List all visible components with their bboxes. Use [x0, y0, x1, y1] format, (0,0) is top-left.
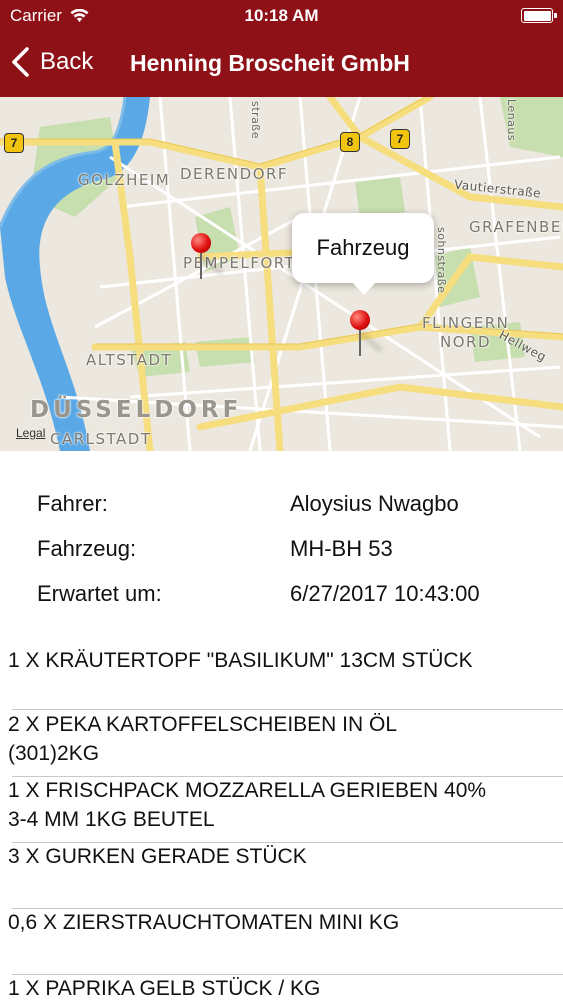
- item-line: 1 X FRISCHPACK MOZZARELLA GERIEBEN 40%: [8, 779, 487, 802]
- route-shield: 8: [340, 132, 360, 152]
- detail-label: Erwartet um:: [37, 581, 162, 606]
- list-item[interactable]: 1 X KRÄUTERTOPF "BASILIKUM" 13CM STÜCK: [0, 628, 563, 710]
- detail-row-vehicle: Fahrzeug: MH-BH 53: [0, 536, 563, 576]
- map-view[interactable]: 7 8 7 GOLZHEIM DERENDORF PEMPELFORT GRAF…: [0, 97, 563, 451]
- navigation-bar: Back Henning Broscheit GmbH: [0, 36, 563, 92]
- route-shield: 7: [390, 129, 410, 149]
- item-line: 3-4 MM 1KG BEUTEL: [8, 808, 215, 831]
- list-item[interactable]: 3 X GURKEN GERADE STÜCK: [0, 842, 563, 909]
- map-label-grafenberg: GRAFENBER: [469, 218, 563, 236]
- detail-label: Fahrzeug:: [37, 536, 137, 561]
- map-label-flingern: FLINGERN: [422, 314, 510, 332]
- route-shield: 7: [4, 133, 24, 153]
- list-item[interactable]: 2 X PEKA KARTOFFELSCHEIBEN IN ÖL (301)2K…: [0, 710, 563, 777]
- detail-value: Aloysius Nwagbo: [290, 491, 459, 516]
- item-line: 3 X GURKEN GERADE STÜCK: [8, 845, 307, 868]
- top-bar: Carrier 10:18 AM Back Henning Broscheit …: [0, 0, 563, 97]
- status-time: 10:18 AM: [244, 6, 319, 25]
- detail-row-eta: Erwartet um: 6/27/2017 10:43:00: [0, 581, 563, 621]
- map-label-duesseldorf: DÜSSELDORF: [30, 397, 243, 423]
- map-label-sohnstrasse: sohnstraße: [435, 227, 448, 294]
- detail-value: 6/27/2017 10:43:00: [290, 581, 480, 606]
- detail-label: Fahrer:: [37, 491, 108, 516]
- map-label-flingern-nord: NORD: [440, 333, 491, 351]
- vehicle-callout[interactable]: Fahrzeug: [292, 213, 434, 295]
- list-item[interactable]: 1 X PAPRIKA GELB STÜCK / KG: [0, 974, 563, 1000]
- map-label-carlstadt: CARLSTADT: [50, 430, 152, 448]
- list-item[interactable]: 0,6 X ZIERSTRAUCHTOMATEN MINI KG: [0, 908, 563, 975]
- item-line: (301)2KG: [8, 742, 100, 765]
- battery-icon: [521, 8, 557, 23]
- item-line: 0,6 X ZIERSTRAUCHTOMATEN MINI KG: [8, 911, 400, 934]
- map-pin-icon[interactable]: [350, 310, 384, 360]
- item-line: 2 X PEKA KARTOFFELSCHEIBEN IN ÖL: [8, 713, 398, 736]
- map-label-golzheim: GOLZHEIM: [78, 171, 171, 189]
- map-label-lenaus: Lenaus: [505, 99, 518, 142]
- list-item[interactable]: 1 X FRISCHPACK MOZZARELLA GERIEBEN 40% 3…: [0, 776, 563, 843]
- map-pin-icon[interactable]: [191, 233, 225, 283]
- map-label-strasse: straße: [249, 101, 262, 140]
- detail-value: MH-BH 53: [290, 536, 393, 561]
- map-label-derendorf: DERENDORF: [180, 165, 289, 183]
- back-label: Back: [40, 48, 94, 75]
- map-legal-link[interactable]: Legal: [16, 426, 45, 440]
- status-bar: Carrier 10:18 AM: [0, 0, 563, 32]
- chevron-left-icon: [12, 47, 29, 77]
- page-title: Henning Broscheit GmbH: [130, 50, 410, 76]
- item-line: 1 X KRÄUTERTOPF "BASILIKUM" 13CM STÜCK: [8, 649, 473, 672]
- map-label-altstadt: ALTSTADT: [86, 351, 173, 369]
- item-line: 1 X PAPRIKA GELB STÜCK / KG: [8, 977, 321, 1000]
- back-button[interactable]: Back: [10, 46, 93, 78]
- detail-row-driver: Fahrer: Aloysius Nwagbo: [0, 491, 563, 531]
